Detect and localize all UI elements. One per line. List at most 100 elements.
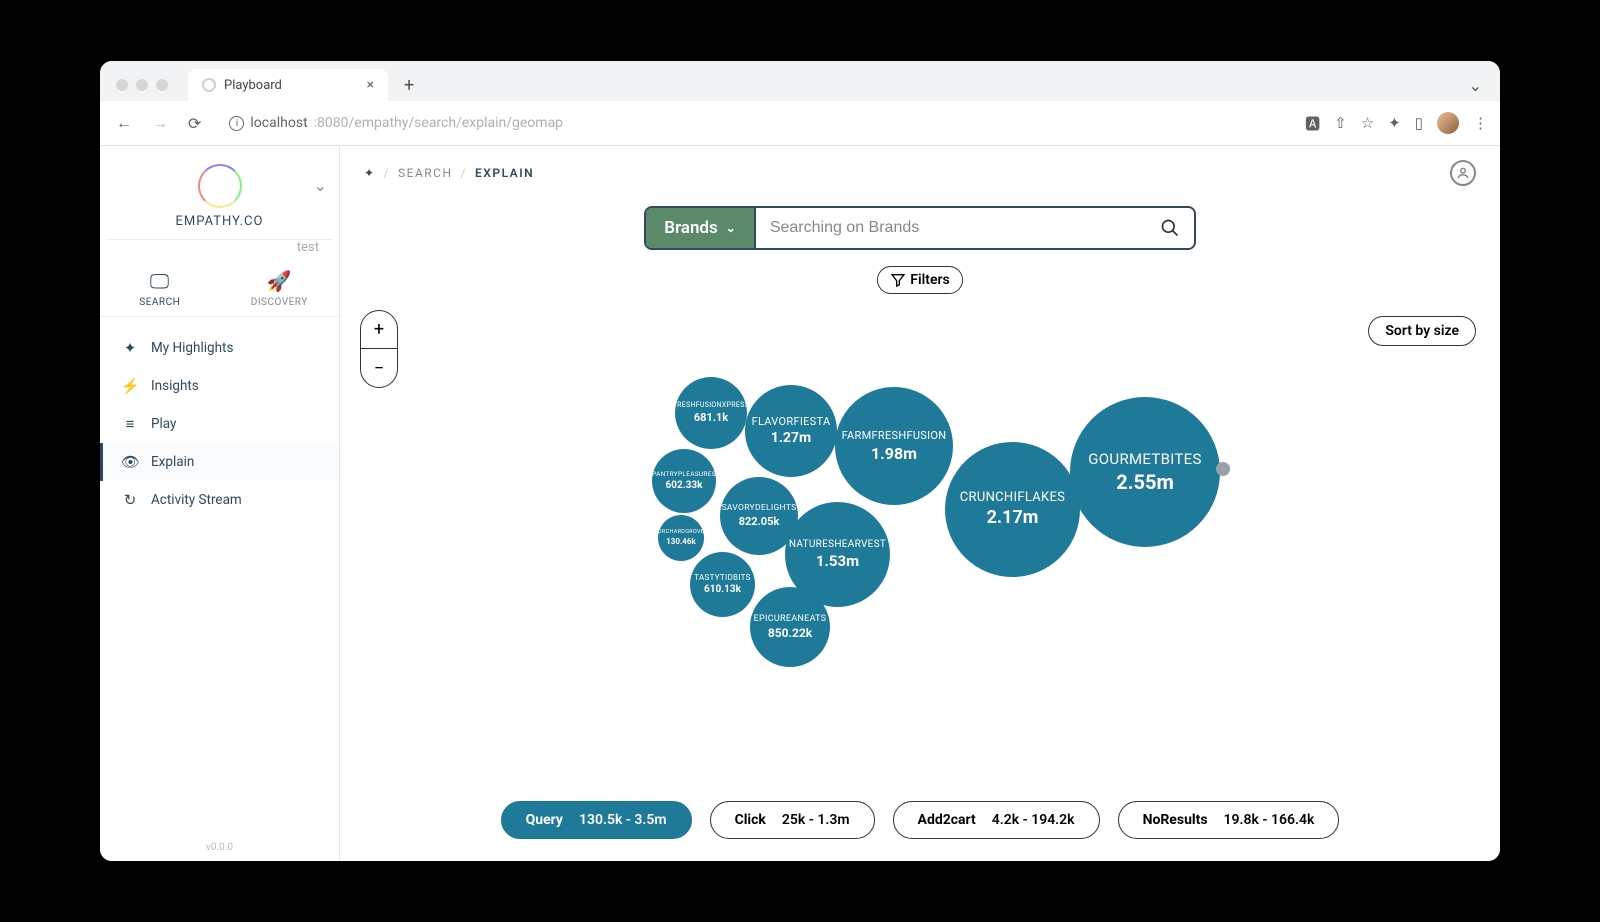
- mode-tab-label: DISCOVERY: [251, 297, 308, 308]
- bubble-small[interactable]: [1216, 462, 1230, 476]
- nav-highlights[interactable]: ✦ My Highlights: [100, 329, 339, 367]
- nav-label: Explain: [151, 454, 194, 470]
- zoom-in-button[interactable]: +: [361, 311, 397, 349]
- bubble-value: 1.53m: [816, 552, 859, 570]
- maximize-window-button[interactable]: [156, 79, 168, 91]
- bubble-pantrypleasures[interactable]: PANTRYPLEASURES 602.33k: [652, 449, 716, 513]
- sort-button[interactable]: Sort by size: [1368, 316, 1476, 346]
- bubble-name: FARMFRESHFUSION: [842, 429, 947, 442]
- bookmark-icon[interactable]: ☆: [1361, 114, 1374, 132]
- bubble-freshfusionxpress[interactable]: FRESHFUSIONXPRESS 681.1k: [675, 377, 747, 449]
- mode-tab-search[interactable]: 🖵 SEARCH: [100, 255, 220, 316]
- close-tab-button[interactable]: ×: [367, 77, 374, 93]
- workspace-switcher[interactable]: ⌄: [314, 176, 327, 195]
- tabs-overflow-button[interactable]: ⌄: [1463, 70, 1488, 101]
- nav-explain[interactable]: 👁 Explain: [100, 443, 339, 481]
- brand-logo: [198, 164, 242, 208]
- url-host: localhost: [250, 115, 307, 131]
- sidepanel-icon[interactable]: ▯: [1415, 114, 1423, 132]
- search-scope-dropdown[interactable]: Brands ⌄: [646, 208, 756, 248]
- search-button[interactable]: [1146, 208, 1194, 248]
- translate-icon[interactable]: 🅰: [1305, 113, 1320, 134]
- bubble-crunchiflakes[interactable]: CRUNCHIFLAKES 2.17m: [945, 442, 1080, 577]
- bubble-value: 850.22k: [768, 626, 812, 640]
- browser-tab[interactable]: Playboard ×: [188, 69, 388, 101]
- nav-label: Activity Stream: [151, 492, 242, 508]
- metric-range: 130.5k - 3.5m: [579, 812, 667, 828]
- browser-chrome: Playboard × + ⌄ ← → ⟳ i localhost:8080/e…: [100, 61, 1500, 146]
- zoom-out-button[interactable]: −: [361, 349, 397, 387]
- metric-click[interactable]: Click 25k - 1.3m: [710, 801, 875, 839]
- environment-label: test: [106, 239, 333, 255]
- bubble-orchardgrove[interactable]: ORCHARDGROVE 130.46k: [658, 515, 704, 561]
- close-window-button[interactable]: [116, 79, 128, 91]
- tab-strip: Playboard × + ⌄: [100, 61, 1500, 101]
- nav-label: My Highlights: [151, 340, 233, 356]
- back-button[interactable]: ←: [112, 109, 136, 137]
- bubble-savorydelights[interactable]: SAVORYDELIGHTS 822.05k: [720, 477, 798, 555]
- metric-label: Click: [735, 812, 766, 828]
- bubble-epicureaneats[interactable]: EPICUREANEATS 850.22k: [750, 587, 830, 667]
- metric-range: 25k - 1.3m: [782, 812, 850, 828]
- filters-button[interactable]: Filters: [877, 266, 962, 294]
- metric-add2cart[interactable]: Add2cart 4.2k - 194.2k: [893, 801, 1100, 839]
- brand-area: EMPATHY.CO ⌄: [100, 146, 339, 239]
- profile-avatar[interactable]: [1437, 112, 1459, 134]
- breadcrumb-search[interactable]: SEARCH: [398, 166, 453, 180]
- bubble-value: 2.55m: [1116, 470, 1174, 494]
- kebab-menu-icon[interactable]: ⋮: [1473, 114, 1488, 132]
- bubble-name: PANTRYPLEASURES: [652, 470, 716, 478]
- browser-toolbar: ← → ⟳ i localhost:8080/empathy/search/ex…: [100, 101, 1500, 146]
- metric-label: NoResults: [1143, 812, 1208, 828]
- sidebar: EMPATHY.CO ⌄ test 🖵 SEARCH 🚀 DISCOVERY ✦…: [100, 146, 340, 861]
- bubble-gourmetbites[interactable]: GOURMETBITES 2.55m: [1070, 397, 1220, 547]
- bubble-name: GOURMETBITES: [1088, 450, 1201, 468]
- bubble-value: 602.33k: [666, 480, 703, 491]
- nav-label: Insights: [151, 378, 199, 394]
- bubble-value: 1.27m: [771, 430, 811, 446]
- bubble-name: NATURESHEARVEST: [789, 539, 886, 550]
- metric-noresults[interactable]: NoResults 19.8k - 166.4k: [1118, 801, 1340, 839]
- search-row: Brands ⌄: [340, 200, 1500, 256]
- window-controls: [116, 79, 168, 91]
- nav-activity[interactable]: ↻ Activity Stream: [100, 481, 339, 519]
- sparkle-icon: ✦: [364, 166, 376, 180]
- bubble-value: 822.05k: [739, 515, 780, 528]
- brand-name: EMPATHY.CO: [176, 214, 264, 229]
- extensions-icon[interactable]: ✦: [1388, 114, 1401, 132]
- browser-window: Playboard × + ⌄ ← → ⟳ i localhost:8080/e…: [100, 61, 1500, 861]
- metric-range: 19.8k - 166.4k: [1224, 812, 1315, 828]
- nav-insights[interactable]: ⚡ Insights: [100, 367, 339, 405]
- bubble-name: SAVORYDELIGHTS: [722, 503, 797, 513]
- app-root: EMPATHY.CO ⌄ test 🖵 SEARCH 🚀 DISCOVERY ✦…: [100, 146, 1500, 861]
- search-input[interactable]: [756, 208, 1146, 248]
- reload-button[interactable]: ⟳: [184, 110, 205, 137]
- search-monitor-icon: 🖵: [100, 269, 220, 293]
- bubble-tastytidbits[interactable]: TASTYTIDBITS 610.13k: [690, 552, 755, 617]
- tab-favicon: [202, 78, 216, 92]
- metric-range: 4.2k - 194.2k: [992, 812, 1075, 828]
- chart-canvas[interactable]: + − Sort by size GOURMETBITES 2.55m CRUN…: [340, 304, 1500, 783]
- bubble-flavorfiesta[interactable]: FLAVORFIESTA 1.27m: [745, 385, 837, 477]
- site-info-icon[interactable]: i: [229, 116, 244, 131]
- mode-tab-discovery[interactable]: 🚀 DISCOVERY: [220, 255, 340, 316]
- nav-play[interactable]: ≡ Play: [100, 405, 339, 443]
- mode-tab-label: SEARCH: [139, 297, 180, 308]
- minimize-window-button[interactable]: [136, 79, 148, 91]
- bubble-value: 610.13k: [704, 584, 741, 595]
- breadcrumb-separator: /: [384, 166, 390, 180]
- bubble-name: FLAVORFIESTA: [752, 415, 831, 428]
- refresh-icon: ↻: [121, 491, 139, 509]
- metric-query[interactable]: Query 130.5k - 3.5m: [501, 801, 692, 839]
- bubble-farmfreshfusion[interactable]: FARMFRESHFUSION 1.98m: [835, 387, 953, 505]
- address-bar[interactable]: i localhost:8080/empathy/search/explain/…: [217, 109, 1293, 137]
- bubble-value: 2.17m: [987, 507, 1039, 528]
- share-icon[interactable]: ⇧: [1334, 114, 1347, 132]
- bubble-value: 681.1k: [694, 411, 728, 424]
- scope-label: Brands: [664, 218, 718, 238]
- page-header: ✦ / SEARCH / EXPLAIN: [340, 146, 1500, 200]
- eye-icon: 👁: [121, 453, 139, 471]
- forward-button[interactable]: →: [148, 109, 172, 137]
- user-menu-button[interactable]: [1450, 160, 1476, 186]
- new-tab-button[interactable]: +: [396, 75, 422, 96]
